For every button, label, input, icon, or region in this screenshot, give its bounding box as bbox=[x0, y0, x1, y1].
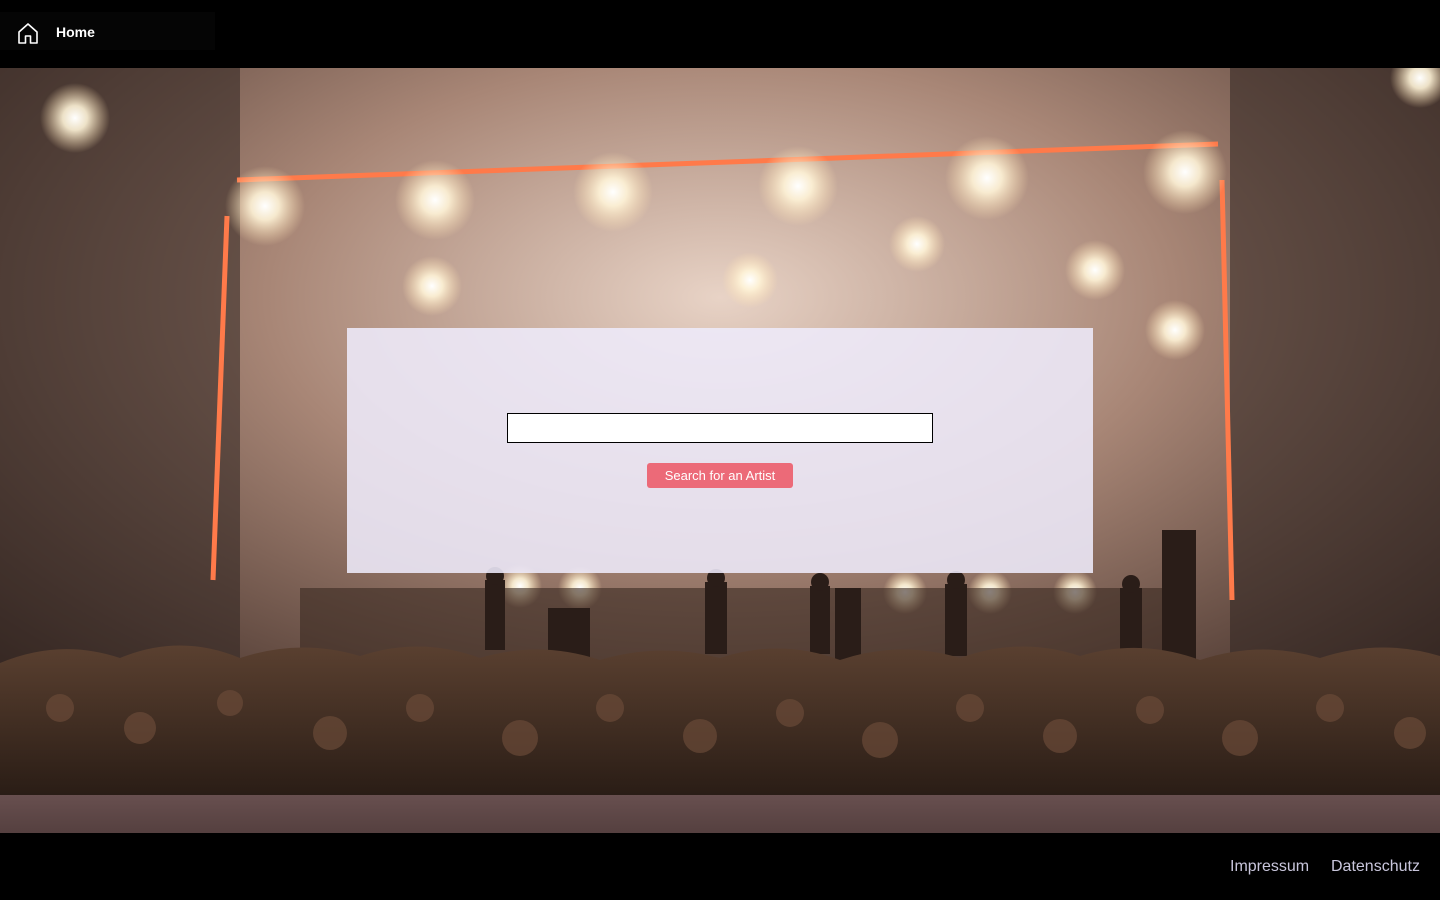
impressum-link[interactable]: Impressum bbox=[1230, 858, 1309, 876]
home-label: Home bbox=[56, 24, 95, 40]
top-navigation-bar: Home bbox=[0, 0, 1440, 68]
search-panel: Search for an Artist bbox=[347, 328, 1093, 573]
footer: Impressum Datenschutz bbox=[0, 833, 1440, 900]
hero-bottom-strip bbox=[0, 795, 1440, 833]
hero-section: Search for an Artist bbox=[0, 68, 1440, 833]
datenschutz-link[interactable]: Datenschutz bbox=[1331, 858, 1420, 876]
home-link[interactable]: Home bbox=[0, 12, 215, 50]
artist-search-input[interactable] bbox=[507, 413, 933, 443]
home-icon bbox=[18, 23, 38, 44]
search-artist-button[interactable]: Search for an Artist bbox=[647, 463, 793, 488]
